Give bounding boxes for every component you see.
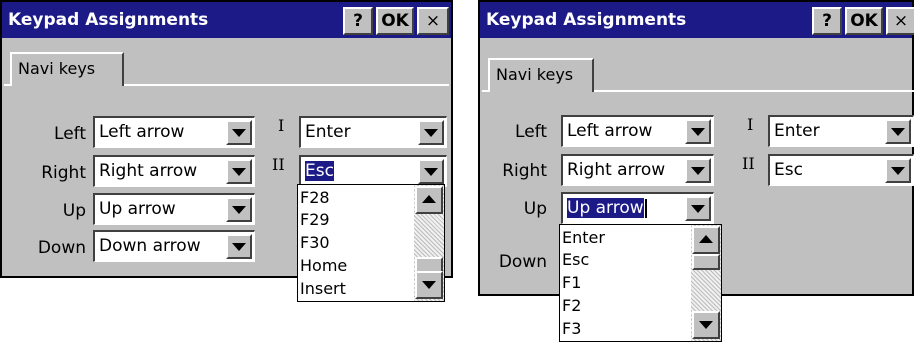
- combo-value: Esc: [774, 160, 803, 180]
- label-down: Down: [498, 252, 547, 272]
- text-caret: [644, 198, 647, 218]
- combo-value: Enter: [305, 122, 351, 142]
- label-down: Down: [37, 238, 86, 258]
- combo-value: Right arrow: [567, 160, 666, 180]
- close-button[interactable]: ×: [417, 7, 449, 35]
- label-ii: II: [742, 154, 755, 173]
- label-i: I: [747, 115, 754, 134]
- scroll-up-button[interactable]: [692, 226, 720, 254]
- left-key-combo[interactable]: Left arrow: [561, 115, 714, 147]
- i-key-combo[interactable]: Enter: [768, 115, 914, 147]
- dropdown-button[interactable]: [418, 120, 444, 145]
- list-item[interactable]: F29: [300, 211, 330, 229]
- combo-value: Enter: [774, 121, 820, 141]
- tab-navi-keys[interactable]: Navi keys: [488, 58, 594, 92]
- ii-key-combo[interactable]: Esc: [299, 155, 447, 187]
- label-up: Up: [523, 199, 547, 219]
- right-key-combo[interactable]: Right arrow: [561, 154, 714, 186]
- chevron-up-icon: [699, 235, 713, 243]
- label-i: I: [278, 116, 285, 135]
- chevron-down-icon: [232, 167, 246, 176]
- list-item[interactable]: F30: [300, 234, 330, 252]
- i-key-combo[interactable]: Enter: [299, 116, 447, 148]
- dropdown-button[interactable]: [685, 196, 711, 221]
- ok-button[interactable]: OK: [376, 7, 414, 35]
- chevron-down-icon: [891, 127, 905, 136]
- dropdown-button[interactable]: [226, 120, 252, 145]
- down-key-combo[interactable]: Down arrow: [93, 230, 255, 262]
- list-item[interactable]: F1: [562, 274, 581, 292]
- chevron-down-icon: [232, 205, 246, 214]
- combo-value: Right arrow: [99, 161, 198, 181]
- up-key-dropdown-list[interactable]: Enter Esc F1 F2 F3: [559, 224, 722, 342]
- chevron-down-icon: [424, 128, 438, 137]
- dropdown-button[interactable]: [685, 158, 711, 183]
- label-left: Left: [515, 122, 547, 142]
- tab-panel-edge: [482, 90, 490, 92]
- chevron-down-icon: [691, 204, 705, 213]
- help-button[interactable]: ?: [812, 7, 842, 35]
- dialog-title: Keypad Assignments: [8, 10, 209, 30]
- tab-panel-edge: [124, 84, 449, 86]
- label-right: Right: [502, 161, 547, 181]
- scrollbar[interactable]: [691, 225, 721, 341]
- help-button[interactable]: ?: [343, 7, 373, 35]
- label-right: Right: [41, 163, 86, 183]
- dropdown-button[interactable]: [226, 197, 252, 222]
- label-left: Left: [54, 124, 86, 144]
- list-item[interactable]: F3: [562, 320, 581, 338]
- scroll-down-button[interactable]: [415, 271, 443, 299]
- chevron-down-icon: [232, 242, 246, 251]
- combo-value: Up arrow: [99, 199, 176, 219]
- title-bar: Keypad Assignments ? OK ×: [480, 2, 914, 38]
- dropdown-button[interactable]: [885, 158, 911, 183]
- chevron-down-icon: [424, 167, 438, 176]
- list-item[interactable]: F28: [300, 189, 330, 207]
- ok-button[interactable]: OK: [845, 7, 883, 35]
- scrollbar[interactable]: [414, 185, 444, 301]
- chevron-down-icon: [422, 281, 436, 289]
- chevron-down-icon: [891, 166, 905, 175]
- dialog-title: Keypad Assignments: [486, 10, 687, 30]
- combo-value-selected: Esc: [305, 161, 334, 181]
- dropdown-button[interactable]: [685, 119, 711, 144]
- up-key-combo[interactable]: Up arrow: [561, 192, 714, 224]
- ii-key-dropdown-list[interactable]: F28 F29 F30 Home Insert: [297, 184, 445, 302]
- list-item[interactable]: Insert: [300, 280, 346, 298]
- list-item[interactable]: Esc: [562, 251, 589, 269]
- combo-value: Left arrow: [99, 122, 185, 142]
- selected-text: Up arrow: [567, 198, 644, 218]
- ii-key-combo[interactable]: Esc: [768, 154, 914, 186]
- left-key-combo[interactable]: Left arrow: [93, 116, 255, 148]
- list-item[interactable]: Enter: [562, 229, 605, 247]
- chevron-down-icon: [699, 321, 713, 329]
- list-item[interactable]: F2: [562, 297, 581, 315]
- up-key-combo[interactable]: Up arrow: [93, 193, 255, 225]
- scroll-down-button[interactable]: [692, 311, 720, 339]
- right-key-combo[interactable]: Right arrow: [93, 155, 255, 187]
- tab-panel-edge: [4, 84, 12, 86]
- combo-value: Down arrow: [99, 236, 201, 256]
- tab-navi-keys[interactable]: Navi keys: [10, 52, 124, 86]
- tab-panel-edge: [594, 90, 914, 92]
- dropdown-button[interactable]: [418, 159, 444, 184]
- combo-value-selected: Up arrow: [567, 198, 647, 218]
- dropdown-button[interactable]: [885, 119, 911, 144]
- chevron-down-icon: [691, 127, 705, 136]
- dropdown-button[interactable]: [226, 159, 252, 184]
- label-up: Up: [62, 201, 86, 221]
- close-button[interactable]: ×: [886, 7, 914, 35]
- label-ii: II: [272, 155, 285, 174]
- title-bar: Keypad Assignments ? OK ×: [2, 2, 451, 38]
- chevron-down-icon: [232, 128, 246, 137]
- list-item[interactable]: Home: [300, 257, 347, 275]
- dropdown-button[interactable]: [226, 234, 252, 259]
- chevron-up-icon: [422, 195, 436, 203]
- scroll-thumb[interactable]: [692, 254, 720, 270]
- scroll-up-button[interactable]: [415, 186, 443, 214]
- chevron-down-icon: [691, 166, 705, 175]
- combo-value: Left arrow: [567, 121, 653, 141]
